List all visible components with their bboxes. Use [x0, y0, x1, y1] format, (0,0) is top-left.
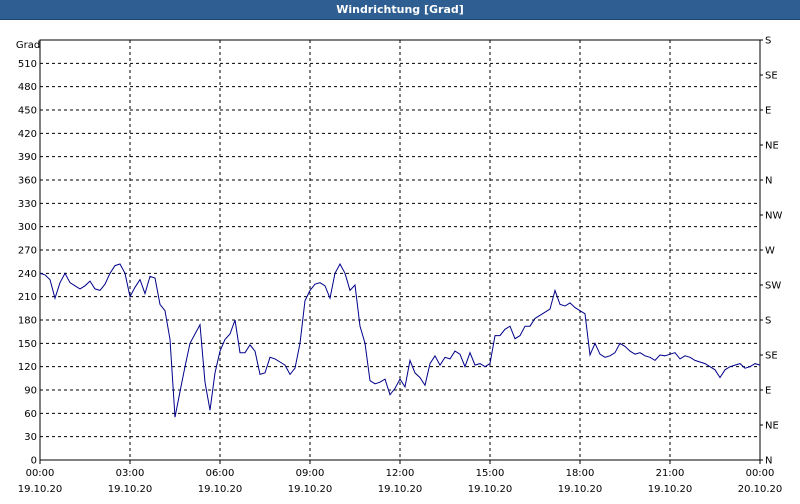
right-axis-label: NE [765, 421, 779, 432]
y-tick-label: 90 [24, 386, 37, 397]
x-tick-date-label: 19.10.20 [198, 484, 243, 495]
right-axis: N NE E SE S SW W NW N NE E SE S [760, 36, 782, 467]
y-axis-label: Grad [16, 40, 40, 51]
x-tick-time-label: 00:00 [26, 468, 55, 479]
chart-area: 0 30 60 90 120 150 180 210 240 270 300 330 360 390 420… [0, 20, 800, 500]
left-axis: 0 30 60 90 120 150 180 210 240 270 300 330 360 390 420… [18, 59, 37, 467]
x-tick-time-label: 06:00 [206, 468, 235, 479]
y-tick-label: 0 [31, 456, 37, 467]
x-tick-time-label: 15:00 [476, 468, 505, 479]
chart-grid [40, 40, 760, 460]
right-axis-label: NE [765, 141, 779, 152]
right-axis-label: S [765, 316, 771, 327]
right-axis-label: W [765, 246, 775, 257]
x-tick-time-label: 21:00 [656, 468, 685, 479]
y-tick-label: 510 [18, 59, 37, 70]
x-tick-date-label: 20.10.20 [738, 484, 783, 495]
x-tick-date-label: 19.10.20 [108, 484, 153, 495]
right-axis-label: S [765, 36, 771, 47]
right-axis-label: E [765, 106, 771, 117]
x-tick-time-label: 18:00 [566, 468, 595, 479]
wind-direction-chart: 0 30 60 90 120 150 180 210 240 270 300 330 360 390 420… [16, 36, 783, 496]
right-axis-label: SW [765, 281, 781, 292]
y-tick-label: 390 [18, 152, 37, 163]
y-tick-label: 210 [18, 292, 37, 303]
right-axis-label: N [765, 176, 772, 187]
x-tick-date-label: 19.10.20 [18, 484, 63, 495]
y-tick-label: 240 [18, 269, 37, 280]
x-tick-date-label: 19.10.20 [468, 484, 513, 495]
right-axis-label: N [765, 456, 772, 467]
right-axis-label: NW [765, 211, 782, 222]
x-tick-date-label: 19.10.20 [288, 484, 333, 495]
x-tick-time-label: 09:00 [296, 468, 325, 479]
x-tick-time-label: 12:00 [386, 468, 415, 479]
y-tick-label: 180 [18, 316, 37, 327]
x-tick-time-label: 03:00 [116, 468, 145, 479]
y-tick-label: 30 [24, 432, 37, 443]
x-axis: 00:00 19.10.20 03:00 19.10.20 06:00 19.10.20 0… [18, 460, 783, 495]
y-tick-label: 150 [18, 339, 37, 350]
x-tick-date-label: 19.10.20 [648, 484, 693, 495]
right-axis-label: SE [765, 351, 778, 362]
y-tick-label: 450 [18, 106, 37, 117]
x-tick-time-label: 00:00 [746, 468, 775, 479]
window-titlebar: Windrichtung [Grad] [0, 0, 800, 20]
x-tick-date-label: 19.10.20 [558, 484, 603, 495]
y-tick-label: 330 [18, 199, 37, 210]
y-tick-label: 120 [18, 362, 37, 373]
y-tick-label: 480 [18, 82, 37, 93]
window-title: Windrichtung [Grad] [336, 3, 464, 16]
y-tick-label: 60 [24, 409, 37, 420]
y-tick-label: 360 [18, 176, 37, 187]
y-tick-label: 300 [18, 222, 37, 233]
right-axis-label: SE [765, 71, 778, 82]
y-tick-label: 420 [18, 129, 37, 140]
right-axis-label: E [765, 386, 771, 397]
x-tick-date-label: 19.10.20 [378, 484, 423, 495]
y-tick-label: 270 [18, 246, 37, 257]
